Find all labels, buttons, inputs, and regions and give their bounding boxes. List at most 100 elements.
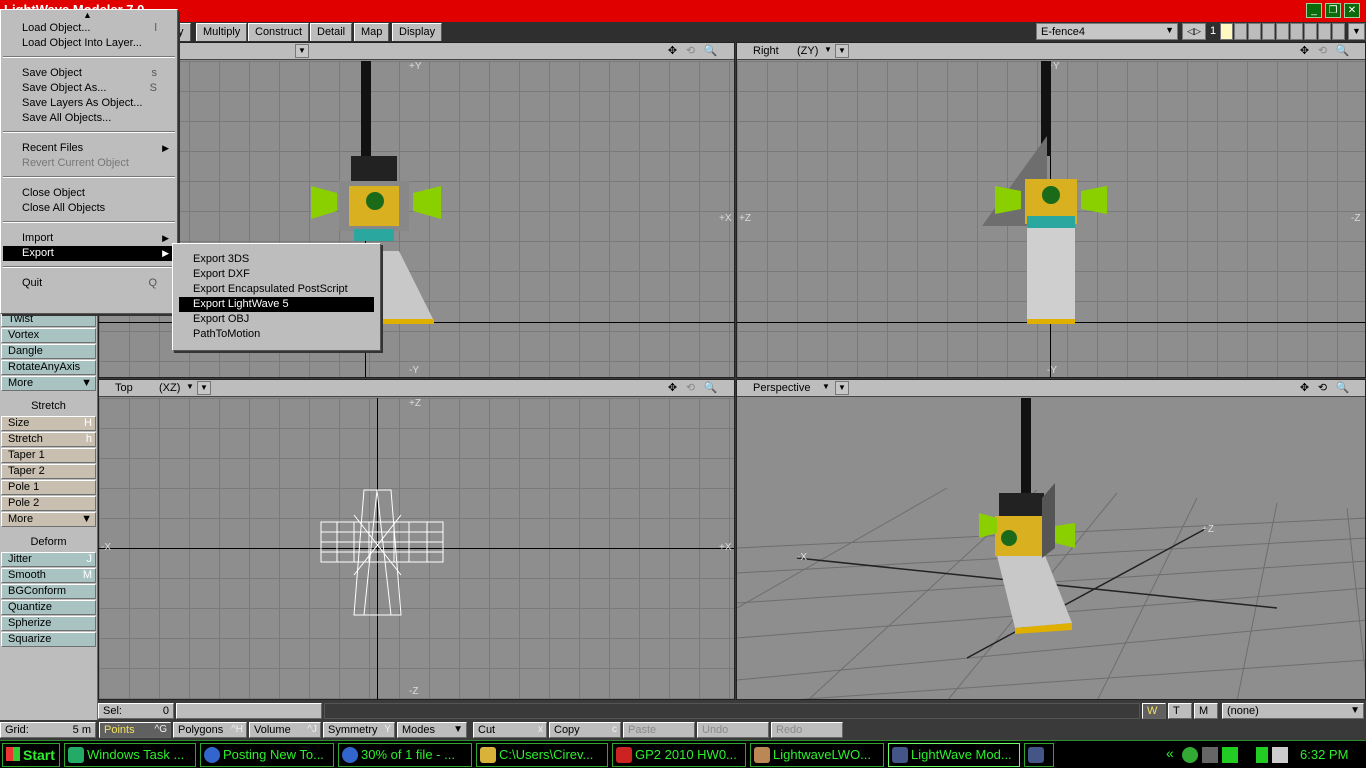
rotate-view-icon[interactable]: ⟲	[683, 44, 698, 59]
scroll-up-icon[interactable]: ▲	[83, 10, 92, 20]
menu-save-all-objects[interactable]: Save All Objects...	[3, 111, 175, 126]
tab-detail[interactable]: Detail	[310, 23, 353, 41]
layer-slot[interactable]	[1290, 23, 1303, 40]
chevron-down-icon[interactable]: ▼	[819, 381, 833, 395]
wireframe-mode-button[interactable]: W	[1142, 703, 1166, 719]
pole2-button[interactable]: Pole 2	[1, 496, 96, 511]
move-view-icon[interactable]: ✥	[1297, 381, 1312, 396]
menu-export-lightwave5[interactable]: Export LightWave 5	[179, 297, 374, 312]
cut-button[interactable]: Cut x	[473, 722, 547, 738]
menu-export-3ds[interactable]: Export 3DS	[179, 252, 374, 267]
chevron-down-icon[interactable]: ▼	[295, 44, 309, 58]
rotate-view-icon[interactable]: ⟲	[683, 381, 698, 396]
layer-slot[interactable]	[1318, 23, 1331, 40]
zoom-icon[interactable]: 🔍	[1335, 381, 1350, 396]
restore-icon[interactable]: ❐	[1325, 3, 1341, 18]
points-mode-button[interactable]: Points ^G	[99, 722, 171, 738]
taper1-button[interactable]: Taper 1	[1, 448, 96, 463]
menu-export-obj[interactable]: Export OBJ	[179, 312, 374, 327]
pole1-button[interactable]: Pole 1	[1, 480, 96, 495]
tab-multiply[interactable]: Multiply	[196, 23, 248, 41]
move-view-icon[interactable]: ✥	[1297, 44, 1312, 59]
task-windows-task-manager[interactable]: Windows Task ...	[64, 743, 196, 767]
viewport-top[interactable]: Top (XZ) ▼ ▼ ✥ ⟲ 🔍 +Z -X +X -Z	[98, 379, 735, 700]
dangle-button[interactable]: Dangle	[1, 344, 96, 359]
viewport-perspective[interactable]: Perspective ▼ ▼ ✥ ⟲ 🔍 +Z -X	[736, 379, 1366, 700]
copy-button[interactable]: Copy c	[549, 722, 621, 738]
chevron-down-icon[interactable]: ▼	[835, 44, 849, 58]
menu-quit[interactable]: Quit Q	[3, 276, 175, 291]
tab-display[interactable]: Display	[392, 23, 443, 41]
chevron-down-icon[interactable]: ▼	[835, 381, 849, 395]
viewport-right[interactable]: Right (ZY) ▼ ▼ ✥ ⟲ 🔍 +Y +Z -Z -Y	[736, 42, 1366, 378]
menu-close-object[interactable]: Close Object	[3, 186, 175, 201]
tab-construct[interactable]: Construct	[248, 23, 310, 41]
layer-slot[interactable]	[1262, 23, 1275, 40]
layer-slot[interactable]	[1220, 23, 1233, 40]
polygons-mode-button[interactable]: Polygons ^H	[173, 722, 247, 738]
more-button[interactable]: More ▼	[1, 376, 96, 391]
task-explorer[interactable]: C:\Users\Cirev...	[476, 743, 608, 767]
move-view-icon[interactable]: ✥	[665, 381, 680, 396]
menu-save-object-as[interactable]: Save Object As... S	[3, 81, 175, 96]
zoom-icon[interactable]: 🔍	[703, 44, 718, 59]
redo-button[interactable]: Redo	[771, 722, 843, 738]
texture-mode-button[interactable]: T	[1168, 703, 1192, 719]
smooth-button[interactable]: Smooth M	[1, 568, 96, 583]
material-mode-button[interactable]: M	[1194, 703, 1218, 719]
task-file-copy[interactable]: 30% of 1 file - ...	[338, 743, 472, 767]
more-button[interactable]: More ▼	[1, 512, 96, 527]
undo-button[interactable]: Undo	[697, 722, 769, 738]
tray-expand-icon[interactable]: «	[1166, 745, 1174, 761]
clock[interactable]: 6:32 PM	[1300, 747, 1348, 762]
move-view-icon[interactable]: ✥	[665, 44, 680, 59]
zoom-icon[interactable]: 🔍	[1335, 44, 1350, 59]
tray-gear-icon[interactable]	[1182, 747, 1198, 763]
modes-dropdown[interactable]: Modes ▼	[397, 722, 467, 738]
menu-export-eps[interactable]: Export Encapsulated PostScript	[179, 282, 374, 297]
battery-icon[interactable]	[1256, 747, 1268, 763]
zoom-icon[interactable]: 🔍	[703, 381, 718, 396]
task-lightwave-lwo[interactable]: LightwaveLWO...	[750, 743, 884, 767]
layer-slot[interactable]	[1332, 23, 1345, 40]
close-icon[interactable]: ✕	[1344, 3, 1360, 18]
task-extra[interactable]	[1024, 743, 1054, 767]
rotate-view-icon[interactable]: ⟲	[1315, 381, 1330, 396]
tray-app-icon[interactable]	[1222, 747, 1238, 763]
squarize-button[interactable]: Squarize	[1, 632, 96, 647]
chevron-down-icon[interactable]: ▼	[183, 381, 197, 395]
chevron-down-icon[interactable]: ▼	[197, 381, 211, 395]
menu-recent-files[interactable]: Recent Files ▶	[3, 141, 175, 156]
menu-load-object-into-layer[interactable]: Load Object Into Layer...	[3, 36, 175, 51]
task-lightwave-modeler[interactable]: LightWave Mod...	[888, 743, 1020, 767]
menu-save-object[interactable]: Save Object s	[3, 66, 175, 81]
vortex-button[interactable]: Vortex	[1, 328, 96, 343]
menu-load-object[interactable]: Load Object... l	[3, 21, 175, 36]
quantize-button[interactable]: Quantize	[1, 600, 96, 615]
symmetry-button[interactable]: Symmetry Y	[323, 722, 395, 738]
tray-network-icon[interactable]	[1202, 747, 1218, 763]
layers-dropdown-icon[interactable]: ▼	[1348, 23, 1365, 40]
task-pdf[interactable]: GP2 2010 HW0...	[612, 743, 746, 767]
menu-path-to-motion[interactable]: PathToMotion	[179, 327, 374, 342]
menu-import[interactable]: Import ▶	[3, 231, 175, 246]
layer-slot[interactable]	[1234, 23, 1247, 40]
minimize-icon[interactable]: _	[1306, 3, 1322, 18]
twist-button[interactable]: Twist	[1, 312, 96, 327]
layer-slot[interactable]	[1248, 23, 1261, 40]
rotateanyaxis-button[interactable]: RotateAnyAxis	[1, 360, 96, 375]
rotate-view-icon[interactable]: ⟲	[1315, 44, 1330, 59]
bgconform-button[interactable]: BGConform	[1, 584, 96, 599]
chevron-down-icon[interactable]: ▼	[821, 44, 835, 58]
start-button[interactable]: Start	[2, 743, 60, 767]
menu-export-dxf[interactable]: Export DXF	[179, 267, 374, 282]
paste-button[interactable]: Paste	[623, 722, 695, 738]
jitter-button[interactable]: Jitter J	[1, 552, 96, 567]
tab-map[interactable]: Map	[354, 23, 390, 41]
menu-export[interactable]: Export ▶	[3, 246, 175, 261]
menu-revert-current-object[interactable]: Revert Current Object	[3, 156, 175, 171]
volume-icon[interactable]	[1272, 747, 1288, 763]
layer-selector[interactable]: E-fence4 ▼	[1036, 23, 1178, 40]
task-browser-posting[interactable]: Posting New To...	[200, 743, 334, 767]
stretch-button[interactable]: Stretch h	[1, 432, 96, 447]
